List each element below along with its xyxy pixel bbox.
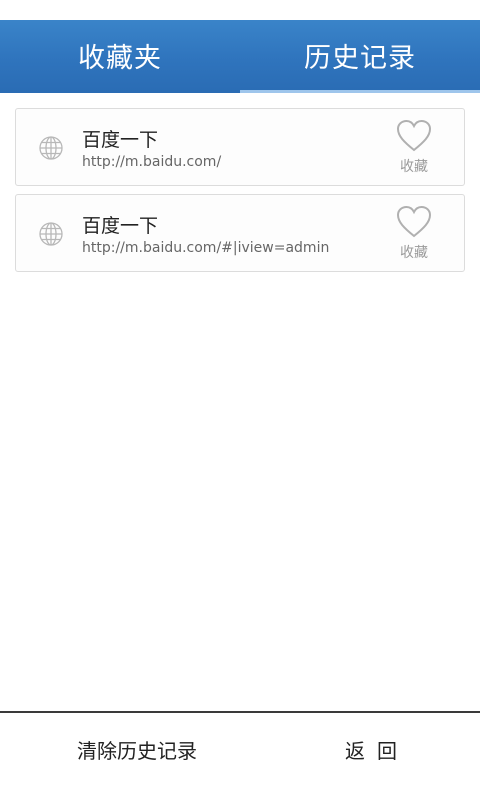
favorite-button[interactable]: 收藏 bbox=[394, 205, 434, 265]
back-button[interactable]: 返回 bbox=[274, 713, 480, 785]
history-item[interactable]: 百度一下 http://m.baidu.com/#|iview=admin 收藏 bbox=[15, 194, 465, 272]
heart-outline-icon bbox=[396, 205, 432, 238]
history-screen: 收藏夹 历史记录 百度一下 http://m.baidu.com/ 收藏 百度一… bbox=[0, 0, 480, 800]
favorite-label: 收藏 bbox=[400, 159, 428, 175]
history-item[interactable]: 百度一下 http://m.baidu.com/ 收藏 bbox=[15, 108, 465, 186]
clear-history-button[interactable]: 清除历史记录 bbox=[0, 713, 274, 785]
history-item-url: http://m.baidu.com/ bbox=[82, 154, 222, 170]
favorite-label: 收藏 bbox=[400, 245, 428, 261]
history-list: 百度一下 http://m.baidu.com/ 收藏 百度一下 http://… bbox=[15, 108, 465, 280]
history-item-url: http://m.baidu.com/#|iview=admin bbox=[82, 240, 330, 256]
tab-favorites[interactable]: 收藏夹 bbox=[0, 20, 240, 93]
tab-favorites-label: 收藏夹 bbox=[78, 43, 162, 74]
favorite-button[interactable]: 收藏 bbox=[394, 119, 434, 179]
history-item-title: 百度一下 bbox=[82, 129, 159, 151]
heart-outline-icon bbox=[396, 119, 432, 152]
tab-bar: 收藏夹 历史记录 bbox=[0, 20, 480, 93]
tab-history-label: 历史记录 bbox=[304, 43, 416, 74]
globe-icon bbox=[39, 222, 63, 246]
tab-history[interactable]: 历史记录 bbox=[240, 20, 480, 93]
history-item-title: 百度一下 bbox=[82, 215, 159, 237]
globe-icon bbox=[39, 136, 63, 160]
status-bar bbox=[0, 0, 480, 20]
bottom-bar: 清除历史记录 返回 bbox=[0, 711, 480, 800]
